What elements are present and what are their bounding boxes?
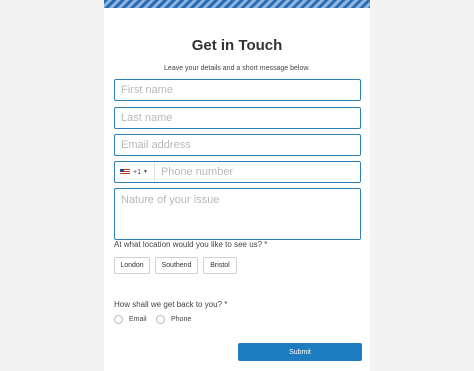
email-input[interactable] — [115, 135, 360, 155]
first-name-input[interactable] — [115, 80, 360, 100]
contact-option-phone[interactable]: Phone — [156, 315, 191, 324]
location-button-southend[interactable]: Southend — [155, 257, 198, 274]
dial-code: +1 — [133, 168, 141, 176]
chevron-down-icon: ▼ — [142, 169, 148, 175]
radio-circle-icon[interactable] — [156, 315, 165, 324]
issue-field[interactable] — [114, 188, 361, 240]
form-subtitle: Leave your details and a short message b… — [164, 65, 310, 72]
contact-option-label: Phone — [171, 316, 192, 323]
contact-option-label: Email — [129, 316, 147, 323]
form-title: Get in Touch — [191, 37, 283, 54]
decorative-stripe — [104, 0, 370, 8]
contact-question: How shall we get back to you? * — [114, 300, 228, 309]
contact-form-card: Get in Touch Leave your details and a sh… — [104, 0, 370, 371]
phone-input[interactable] — [154, 162, 360, 182]
contact-option-email[interactable]: Email — [114, 315, 147, 324]
us-flag-icon — [120, 169, 130, 175]
location-button-bristol[interactable]: Bristol — [203, 257, 237, 274]
phone-field[interactable]: +1 ▼ — [114, 161, 361, 183]
email-field[interactable] — [114, 134, 361, 156]
submit-button[interactable]: Submit — [238, 343, 362, 361]
location-question: At what location would you like to see u… — [114, 240, 268, 249]
location-button-london[interactable]: London — [114, 257, 150, 274]
country-code-selector[interactable]: +1 ▼ — [115, 162, 155, 182]
issue-textarea[interactable] — [115, 189, 360, 234]
last-name-field[interactable] — [114, 107, 361, 129]
radio-circle-icon[interactable] — [114, 315, 123, 324]
first-name-field[interactable] — [114, 79, 361, 101]
last-name-input[interactable] — [115, 108, 360, 128]
